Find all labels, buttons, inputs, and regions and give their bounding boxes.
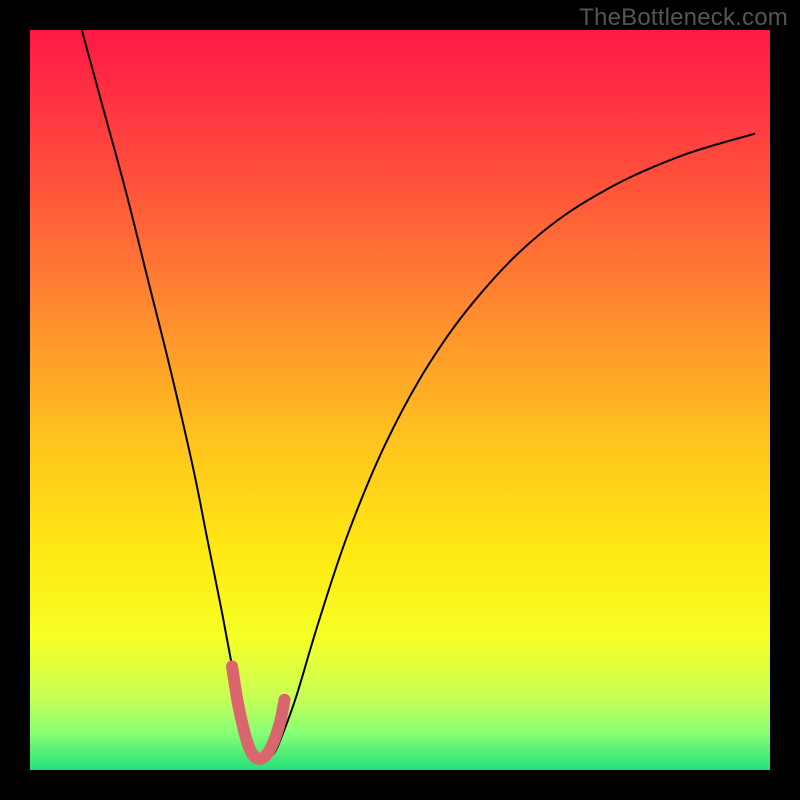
series-bottleneck-curve [82, 30, 755, 759]
outer-frame: TheBottleneck.com [0, 0, 800, 800]
watermark-text: TheBottleneck.com [579, 4, 788, 32]
plot-area [30, 30, 770, 770]
chart-svg [30, 30, 770, 770]
series-trough-highlight [232, 666, 285, 759]
